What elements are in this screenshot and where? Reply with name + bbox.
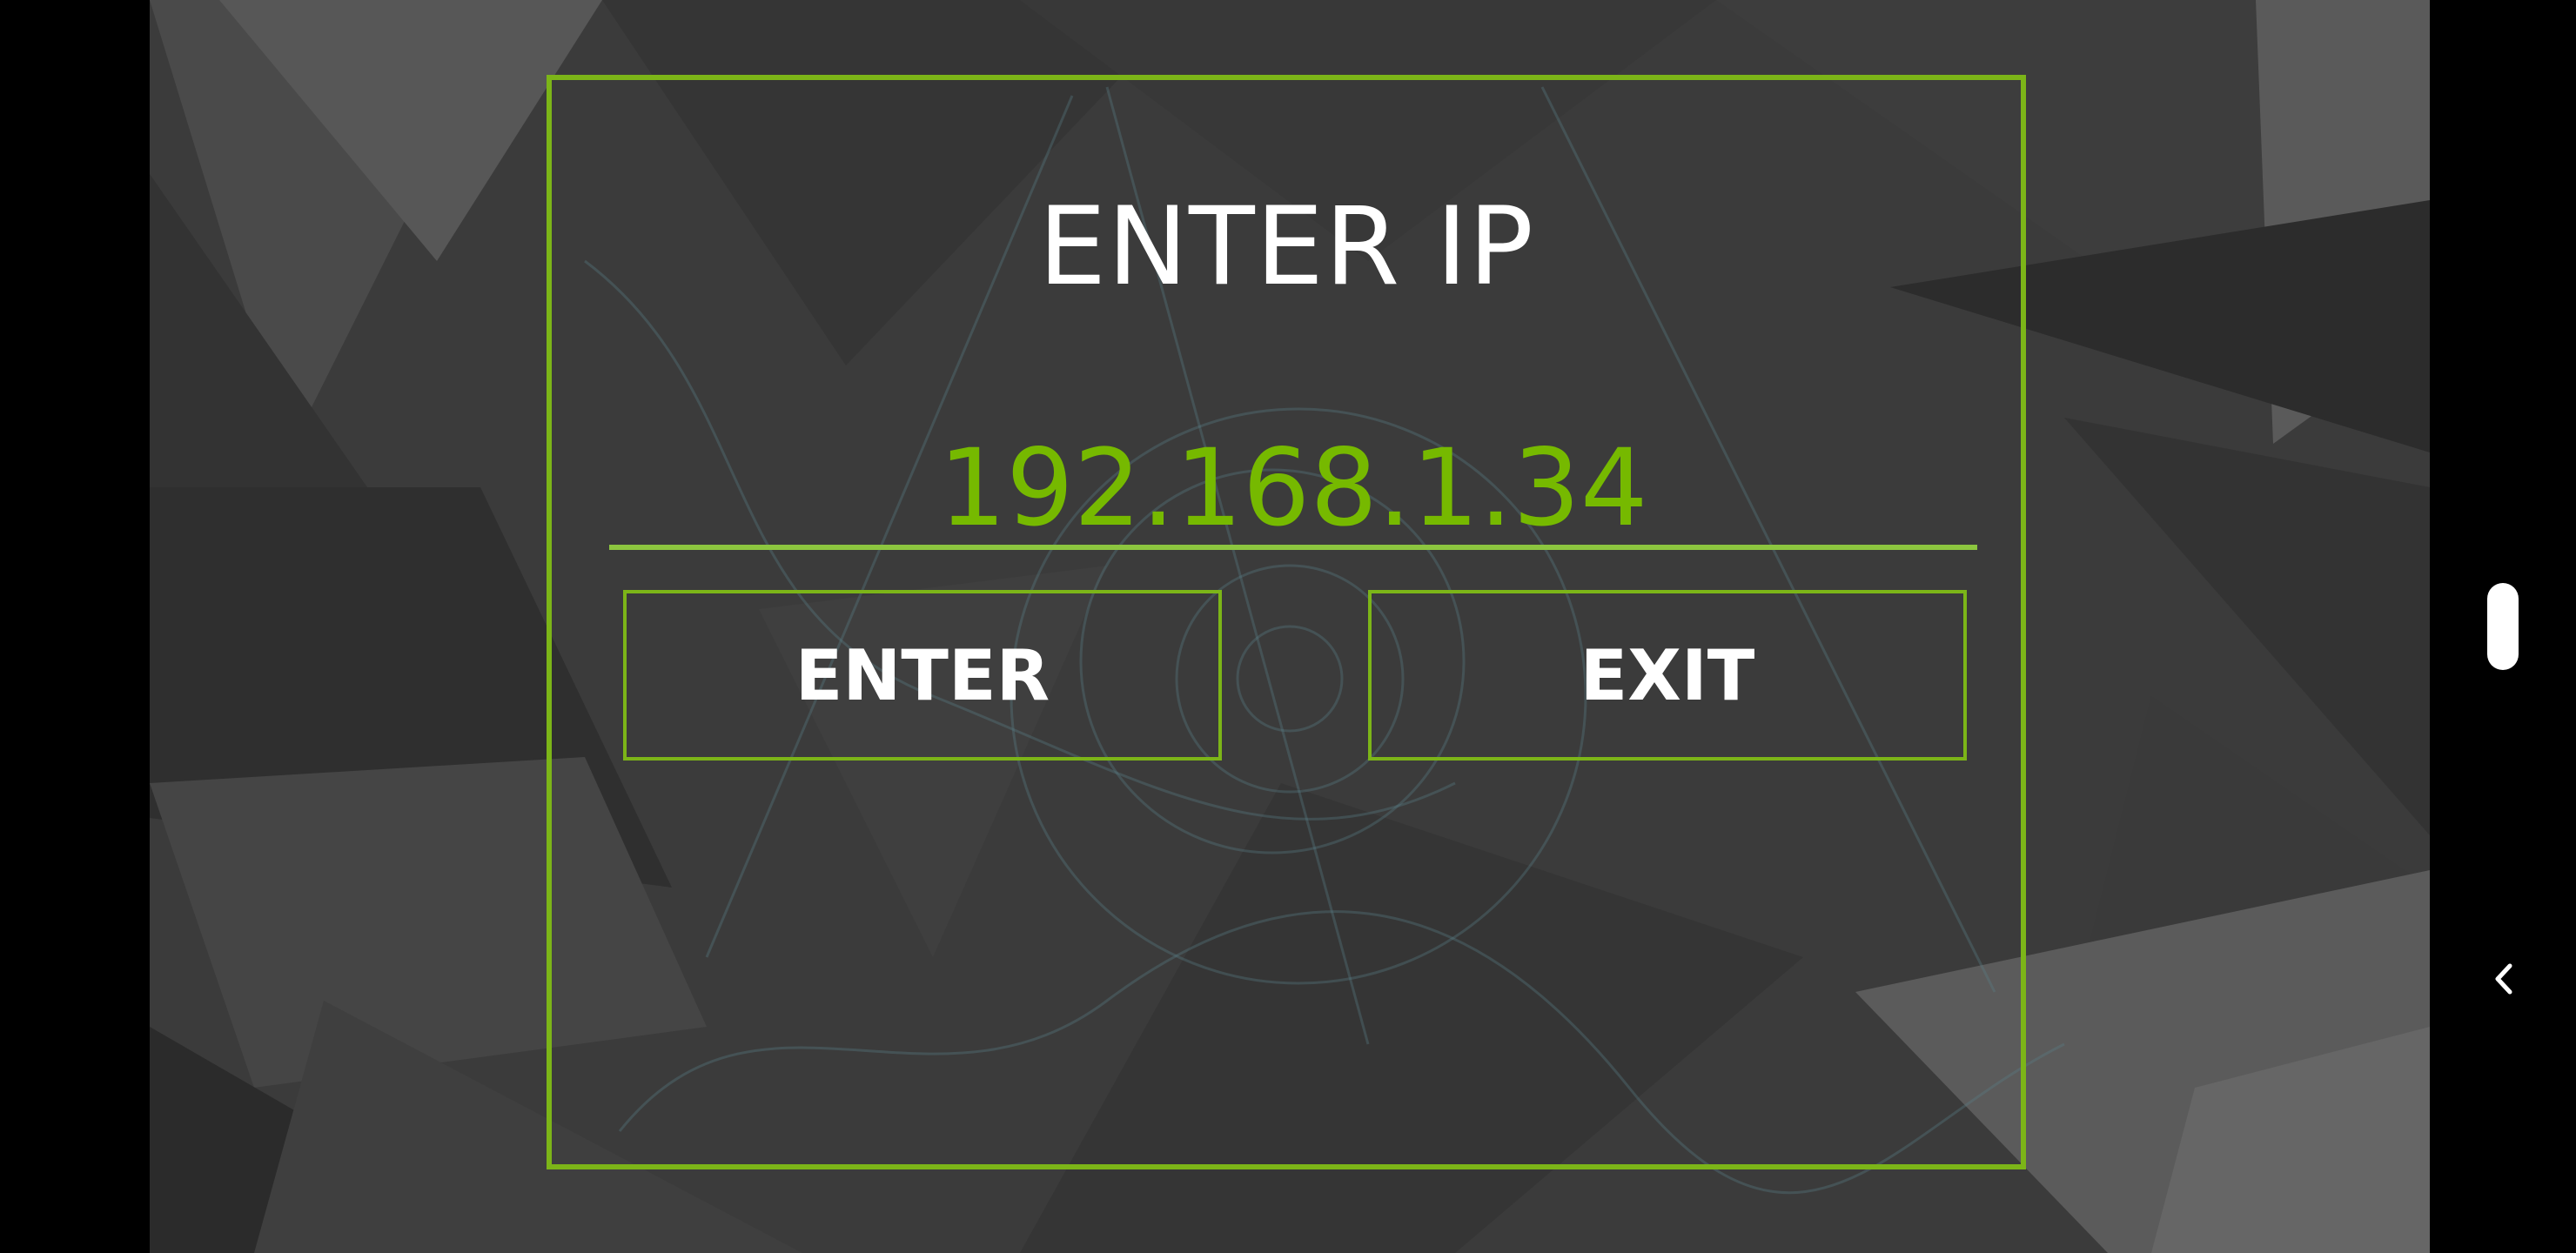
exit-button[interactable]: EXIT (1368, 590, 1967, 761)
ip-address-input[interactable] (609, 432, 1977, 550)
dialog-title: ENTER IP (1037, 184, 1535, 310)
device-screen: ENTER IP ENTER EXIT (0, 0, 2576, 1253)
enter-button[interactable]: ENTER (623, 590, 1222, 761)
enter-ip-dialog: ENTER IP ENTER EXIT (547, 75, 2026, 1169)
nav-handle-icon[interactable] (2487, 583, 2519, 670)
chevron-left-icon[interactable] (2482, 957, 2526, 1001)
app-area: ENTER IP ENTER EXIT (150, 0, 2430, 1253)
